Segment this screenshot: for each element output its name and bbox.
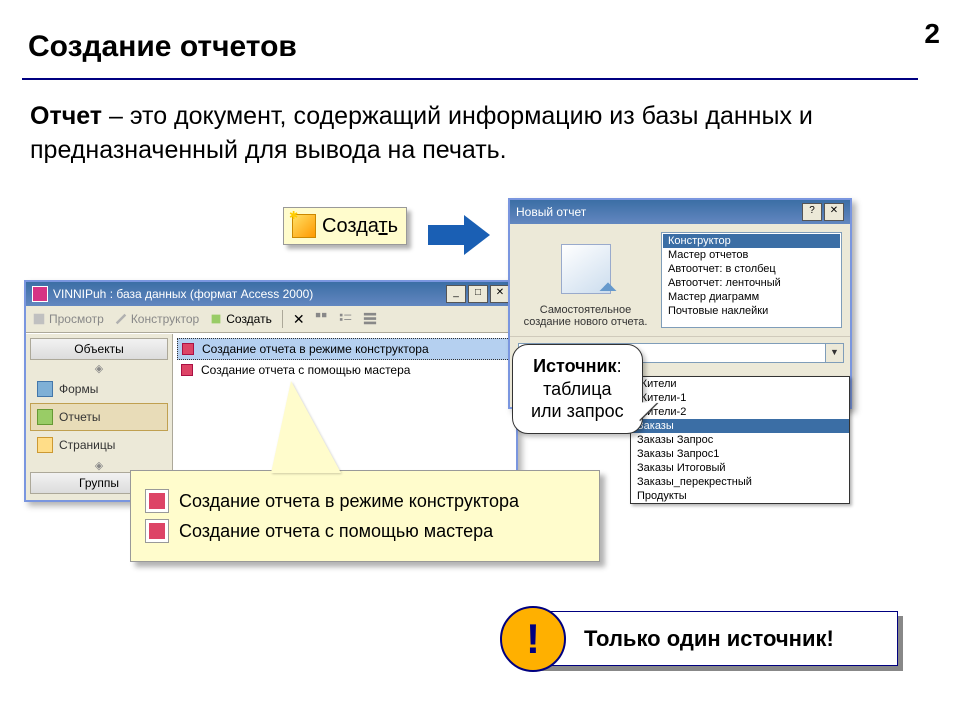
toolbar-design[interactable]: Конструктор	[114, 312, 199, 326]
drop-item[interactable]: Заказы Запрос	[631, 433, 849, 447]
drop-item[interactable]: Жители-1	[631, 391, 849, 405]
drop-item[interactable]: Жители	[631, 377, 849, 391]
create-button-callout: Создать	[283, 207, 407, 245]
db-app-icon	[32, 286, 48, 302]
drop-item[interactable]: Продукты	[631, 489, 849, 503]
maximize-button[interactable]: □	[468, 285, 488, 303]
warning-exclamation-icon: !	[500, 606, 566, 672]
dialog-close-button[interactable]: ✕	[824, 203, 844, 221]
new-item-icon	[292, 214, 316, 238]
source-dropdown-list[interactable]: Жители Жители-1 Жители-2 Заказы Заказы З…	[630, 376, 850, 504]
db-title-text: VINNIPuh : база данных (формат Access 20…	[53, 287, 313, 301]
warning-box: Только один источник!	[528, 611, 898, 666]
toolbar-separator	[282, 310, 283, 328]
close-button[interactable]: ✕	[490, 285, 510, 303]
drop-item-selected[interactable]: Заказы	[631, 419, 849, 433]
sidebar-item-pages[interactable]: Страницы	[30, 431, 168, 459]
desc-text: – это документ, содержащий информацию из…	[30, 102, 813, 164]
option-auto-column[interactable]: Автоотчет: в столбец	[663, 262, 840, 276]
new-report-title-text: Новый отчет	[516, 205, 586, 219]
report-preview-icon	[561, 244, 611, 294]
dropdown-arrow-icon[interactable]: ▼	[825, 344, 843, 362]
ruler-icon	[114, 312, 128, 326]
callout-row-wizard: Создание отчета с помощью мастера	[145, 519, 585, 543]
drop-item[interactable]: Жители-2	[631, 405, 849, 419]
toolbar-create[interactable]: Создать	[209, 312, 272, 326]
report-icon	[145, 519, 169, 543]
report-icon	[145, 489, 169, 513]
toolbar-small-icons[interactable]	[315, 312, 329, 326]
toolbar-details-icons[interactable]	[363, 312, 377, 326]
minimize-button[interactable]: _	[446, 285, 466, 303]
slide-description: Отчет – это документ, содержащий информа…	[30, 100, 910, 168]
create-button-label[interactable]: Создать	[322, 215, 398, 238]
preview-icon	[32, 312, 46, 326]
toolbar-preview[interactable]: Просмотр	[32, 312, 104, 326]
option-auto-tabular[interactable]: Автоотчет: ленточный	[663, 276, 840, 290]
slide-number: 2	[924, 18, 940, 50]
drop-item[interactable]: Заказы_перекрестный	[631, 475, 849, 489]
options-callout: Создание отчета в режиме конструктора Со…	[130, 470, 600, 562]
toolbar-delete[interactable]: ✕	[293, 311, 305, 328]
callout-row-design: Создание отчета в режиме конструктора	[145, 489, 585, 513]
pages-icon	[37, 437, 53, 453]
divider	[22, 78, 918, 80]
new-report-titlebar: Новый отчет ? ✕	[510, 200, 850, 224]
new-report-caption: Самостоятельное создание нового отчета.	[518, 304, 653, 328]
warning-text: Только один источник!	[584, 626, 834, 652]
source-callout-line3: или запрос	[531, 400, 624, 423]
main-row-design[interactable]: Создание отчета в режиме конструктора	[177, 338, 512, 360]
report-icon	[179, 362, 195, 378]
option-constructor[interactable]: Конструктор	[663, 234, 840, 248]
drop-item[interactable]: Заказы Запрос1	[631, 447, 849, 461]
new-report-options-list[interactable]: Конструктор Мастер отчетов Автоотчет: в …	[661, 232, 842, 328]
reports-icon	[37, 409, 53, 425]
slide-title: Создание отчетов	[28, 30, 297, 64]
option-chart-wizard[interactable]: Мастер диаграмм	[663, 290, 840, 304]
desc-term: Отчет	[30, 102, 102, 130]
source-callout-bold: Источник	[533, 356, 616, 376]
source-callout: Источник: таблица или запрос	[512, 344, 643, 434]
sidebar-item-forms[interactable]: Формы	[30, 375, 168, 403]
new-icon	[209, 312, 223, 326]
option-labels[interactable]: Почтовые наклейки	[663, 304, 840, 318]
drop-item[interactable]: Заказы Итоговый	[631, 461, 849, 475]
db-titlebar: VINNIPuh : база данных (формат Access 20…	[26, 282, 516, 306]
option-wizard[interactable]: Мастер отчетов	[663, 248, 840, 262]
report-icon	[180, 341, 196, 357]
new-report-preview-pane: Самостоятельное создание нового отчета.	[518, 232, 653, 328]
sidebar-item-reports[interactable]: Отчеты	[30, 403, 168, 431]
forms-icon	[37, 381, 53, 397]
sidebar-header-objects[interactable]: Объекты	[30, 338, 168, 360]
db-toolbar: Просмотр Конструктор Создать ✕	[26, 306, 516, 333]
main-row-wizard[interactable]: Создание отчета с помощью мастера	[177, 360, 512, 380]
toolbar-list-icons[interactable]	[339, 312, 353, 326]
source-callout-line2: таблица	[531, 378, 624, 401]
help-button[interactable]: ?	[802, 203, 822, 221]
